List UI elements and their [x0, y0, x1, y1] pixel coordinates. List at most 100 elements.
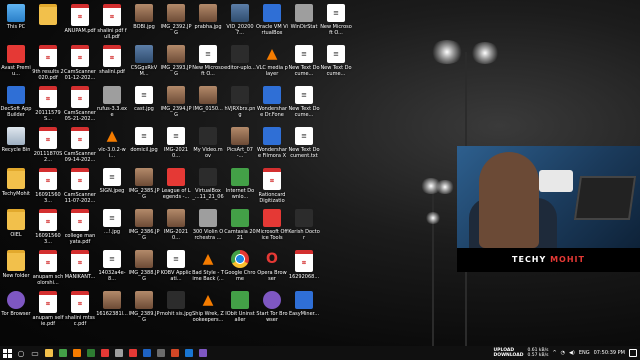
desktop-icon[interactable]: Tor Browser: [0, 289, 32, 330]
desktop-icon[interactable]: mohit sis.jpg: [160, 289, 192, 330]
start-button[interactable]: [0, 346, 14, 360]
desktop-icon[interactable]: Kerish Doctor: [288, 207, 320, 248]
desktop-icon[interactable]: IMG_2394.JPG: [160, 84, 192, 125]
taskbar-search-button[interactable]: ○: [14, 346, 28, 360]
desktop-icon[interactable]: ≡ New Text Document.txt: [288, 125, 320, 166]
desktop-icon[interactable]: ▲ vlc-3.0.2-wi...: [96, 125, 128, 166]
desktop-icon[interactable]: ⌗ CamScanner 01-12-202...: [64, 43, 96, 84]
chevron-up-icon[interactable]: ^: [552, 350, 556, 356]
desktop-icon[interactable]: ≡ New Text Docume...: [288, 43, 320, 84]
desktop-icon[interactable]: ≡ KOBV Applicati...: [160, 248, 192, 289]
desktop-icon[interactable]: ⌗ shalini.pdf: [96, 43, 128, 84]
desktop-icon[interactable]: Avast Premiu...: [0, 43, 32, 84]
desktop-icon[interactable]: TechyMohit: [0, 166, 32, 207]
desktop-icon[interactable]: IMG-20210...: [160, 207, 192, 248]
desktop-icon[interactable]: editor-uplo...: [224, 43, 256, 84]
desktop-icon[interactable]: C5GgxRkVM...: [128, 43, 160, 84]
desktop-icon[interactable]: IMG_2392.JPG: [160, 2, 192, 43]
desktop-icon[interactable]: ≡ New Microsoft O...: [192, 43, 224, 84]
desktop-icon[interactable]: rufus-3.3.exe: [96, 84, 128, 125]
desktop-icon[interactable]: ▲ Bad Style - Time Back (...: [192, 248, 224, 289]
notification-icon[interactable]: [629, 349, 637, 357]
desktop-icon[interactable]: ⌗ 16292068...: [288, 248, 320, 289]
desktop-icon[interactable]: Oracle VM VirtualBox: [256, 2, 288, 43]
desktop-icon[interactable]: New folder: [0, 248, 32, 289]
desktop-icon[interactable]: ≡ cast.jpg: [128, 84, 160, 125]
desktop-icon[interactable]: IMG_2388.JPG: [128, 248, 160, 289]
desktop-icon[interactable]: ⌗ anupam selfie.pdf: [32, 289, 64, 330]
taskbar-vlc-button[interactable]: [70, 346, 84, 360]
desktop-icon[interactable]: OIEL: [0, 207, 32, 248]
wifi-icon[interactable]: ◔: [561, 350, 565, 356]
desktop-icon[interactable]: DecSoft App Builder: [0, 84, 32, 125]
desktop-icon[interactable]: Camtasia 2021: [224, 207, 256, 248]
language-indicator[interactable]: ENG: [579, 350, 590, 356]
desktop-icon[interactable]: ⌗ ANUPAM.pdf: [64, 2, 96, 43]
desktop-icon[interactable]: Google Chrome: [224, 248, 256, 289]
desktop-icon[interactable]: PicsArt_07-...: [224, 125, 256, 166]
desktop-icon[interactable]: ⌗ MANIKANT...: [64, 248, 96, 289]
desktop-icon[interactable]: ⌗ CamScanner 09-14-202...: [64, 125, 96, 166]
desktop-icon[interactable]: ⌗ CamScanner 05-21-202...: [64, 84, 96, 125]
desktop-icon[interactable]: EasyMiner...: [288, 289, 320, 330]
desktop-icon[interactable]: IMG_2393.JPG: [160, 43, 192, 84]
desktop-icon[interactable]: ≡ ...!.jpg: [96, 207, 128, 248]
desktop-icon[interactable]: VirtualBox_...11_21_06_2...: [192, 166, 224, 207]
taskbar-mail-button[interactable]: [182, 346, 196, 360]
desktop-icon[interactable]: WinDirStat: [288, 2, 320, 43]
desktop-icon[interactable]: ▲ VLC media player: [256, 43, 288, 84]
desktop-icon[interactable]: ⌗ college manyata.pdf: [64, 207, 96, 248]
taskbar-camtasia-button[interactable]: [84, 346, 98, 360]
desktop-icon[interactable]: League of Legends -...: [160, 166, 192, 207]
desktop-icon[interactable]: Internet Downlo...: [224, 166, 256, 207]
desktop-icon[interactable]: ≡ IMG-20210...: [160, 125, 192, 166]
clock[interactable]: 07:50:39 PM: [594, 350, 625, 356]
desktop-icon[interactable]: ⌗ 20111579S...: [32, 84, 64, 125]
desktop-icon[interactable]: [32, 2, 64, 43]
taskbar-chrome-button[interactable]: [56, 346, 70, 360]
taskbar-task-view-button[interactable]: ▭: [28, 346, 42, 360]
taskbar-opera-button[interactable]: [98, 346, 112, 360]
desktop-icon[interactable]: ≡ SIGN.jpeg: [96, 166, 128, 207]
taskbar-settings-button[interactable]: [112, 346, 126, 360]
taskbar-word-button[interactable]: [140, 346, 154, 360]
taskbar-powerpoint-button[interactable]: [168, 346, 182, 360]
desktop-icon[interactable]: ⌗ 9th results 2020.pdf: [32, 43, 64, 84]
desktop-icon[interactable]: This PC: [0, 2, 32, 43]
desktop-icon[interactable]: ⌗ anupam scholorshi...: [32, 248, 64, 289]
desktop-icon[interactable]: ≡ domicil.jpg: [128, 125, 160, 166]
desktop-icon[interactable]: IMG_0150...: [192, 84, 224, 125]
desktop-icon[interactable]: ⌗ shalini mtssc.pdf: [64, 289, 96, 330]
desktop-icon[interactable]: hVJRXbrx.png: [224, 84, 256, 125]
desktop-icon[interactable]: ⌗ 160915603...: [32, 207, 64, 248]
desktop-icon[interactable]: prabha.jpg: [192, 2, 224, 43]
desktop-icon[interactable]: IMG_2389.JPG: [128, 289, 160, 330]
desktop-icon[interactable]: O Opera Browser: [256, 248, 288, 289]
desktop-icon[interactable]: ⌗ Rationcard Digitization...: [256, 166, 288, 207]
desktop-icon[interactable]: ▲ Ship Wrek, Zookeepers...: [192, 289, 224, 330]
volume-icon[interactable]: ◀): [569, 350, 575, 356]
taskbar-file-explorer-button[interactable]: [42, 346, 56, 360]
desktop-icon[interactable]: Wondershare Filmora X: [256, 125, 288, 166]
desktop-icon[interactable]: BOBI.jpg: [128, 2, 160, 43]
desktop-icon[interactable]: 16162381l...: [96, 289, 128, 330]
desktop-icon[interactable]: ≡ 14032a4e-8...: [96, 248, 128, 289]
desktop-icon[interactable]: IObit Uninstaller: [224, 289, 256, 330]
taskbar-recorder-button[interactable]: [126, 346, 140, 360]
desktop-icon[interactable]: ⌗ 20111870S2...: [32, 125, 64, 166]
taskbar-photos-button[interactable]: [154, 346, 168, 360]
desktop-icon[interactable]: ≡ New Text Docume...: [320, 43, 352, 84]
desktop-icon[interactable]: Wondershare Dr.Fone: [256, 84, 288, 125]
desktop-icon[interactable]: IMG_2385.JPG: [128, 166, 160, 207]
desktop-icon[interactable]: ⌗ 160915603...: [32, 166, 64, 207]
desktop-icon[interactable]: ⌗ CamScanner 11-07-202...: [64, 166, 96, 207]
desktop-icon[interactable]: ≡ New Microsoft O...: [320, 2, 352, 43]
desktop-icon[interactable]: My Video.mov: [192, 125, 224, 166]
desktop-icon[interactable]: Start Tor Browser: [256, 289, 288, 330]
desktop-icon[interactable]: 300 Violin Orchestra ...: [192, 207, 224, 248]
desktop-icon[interactable]: ⌗ shalini pdf full.pdf: [96, 2, 128, 43]
desktop-icon[interactable]: IMG_2386.JPG: [128, 207, 160, 248]
desktop-icon[interactable]: Recycle Bin: [0, 125, 32, 166]
taskbar-app-button[interactable]: [196, 346, 210, 360]
desktop-icon[interactable]: ≡ New Text Docume...: [288, 84, 320, 125]
